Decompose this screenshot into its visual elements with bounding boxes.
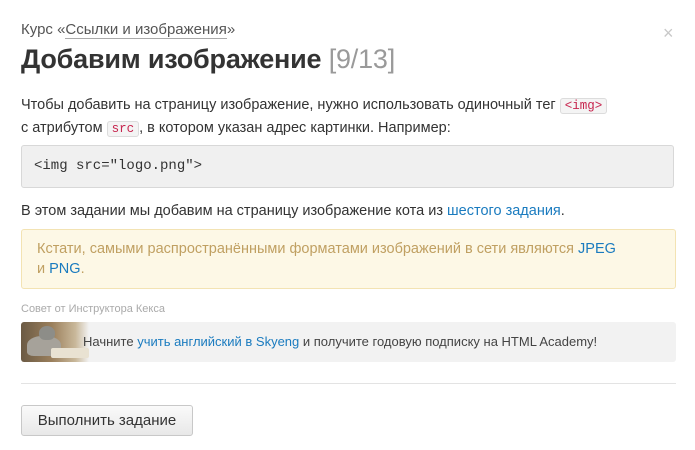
intro-text-part: , в котором указан адрес картинки. Напри…: [139, 120, 451, 136]
note-text-end: .: [80, 261, 85, 277]
close-icon[interactable]: ×: [663, 24, 674, 42]
code-example: <img src="logo.png">: [21, 145, 674, 188]
png-link[interactable]: PNG: [49, 261, 80, 277]
img-tag-code: <img>: [559, 98, 608, 114]
intro-text-part: Чтобы добавить на страницу изображение, …: [21, 97, 560, 113]
note-text-part: и: [37, 261, 50, 277]
skyeng-link[interactable]: учить английский в Skyeng: [137, 334, 299, 349]
tip-text-part: Начните: [83, 334, 138, 349]
src-attr-code: src: [106, 121, 140, 137]
assignment-text-end: .: [560, 203, 565, 219]
assignment-text: В этом задании мы добавим на страницу из…: [21, 200, 565, 222]
tip-label: Совет от Инструктора Кекса: [21, 303, 165, 315]
info-note: Кстати, самыми распространёнными формата…: [21, 229, 676, 289]
cat-avatar: [21, 322, 89, 362]
tip-text-part: и получите годовую подписку на HTML Acad…: [299, 334, 598, 349]
divider: [21, 383, 676, 384]
submit-task-button[interactable]: Выполнить задание: [21, 405, 193, 436]
course-link[interactable]: Ссылки и изображения: [65, 21, 227, 39]
course-prefix: Курс «: [21, 21, 66, 38]
task-counter: [9/13]: [328, 44, 396, 74]
instructor-tip: Начните учить английский в Skyeng и полу…: [21, 322, 676, 362]
intro-text: Чтобы добавить на страницу изображение, …: [21, 94, 661, 140]
course-suffix: »: [226, 21, 236, 38]
intro-text-part: с атрибутом: [21, 120, 107, 136]
sixth-task-link[interactable]: шестого задания: [447, 203, 561, 219]
tip-text: Начните учить английский в Skyeng и полу…: [83, 334, 597, 349]
assignment-text-part: В этом задании мы добавим на страницу из…: [21, 203, 448, 219]
note-text-part: Кстати, самыми распространёнными формата…: [37, 241, 579, 257]
jpeg-link[interactable]: JPEG: [578, 241, 616, 257]
task-title: Добавим изображение: [21, 44, 322, 74]
breadcrumb: Курс «Ссылки и изображения»: [21, 21, 236, 39]
page-title: Добавим изображение [9/13]: [21, 44, 395, 75]
